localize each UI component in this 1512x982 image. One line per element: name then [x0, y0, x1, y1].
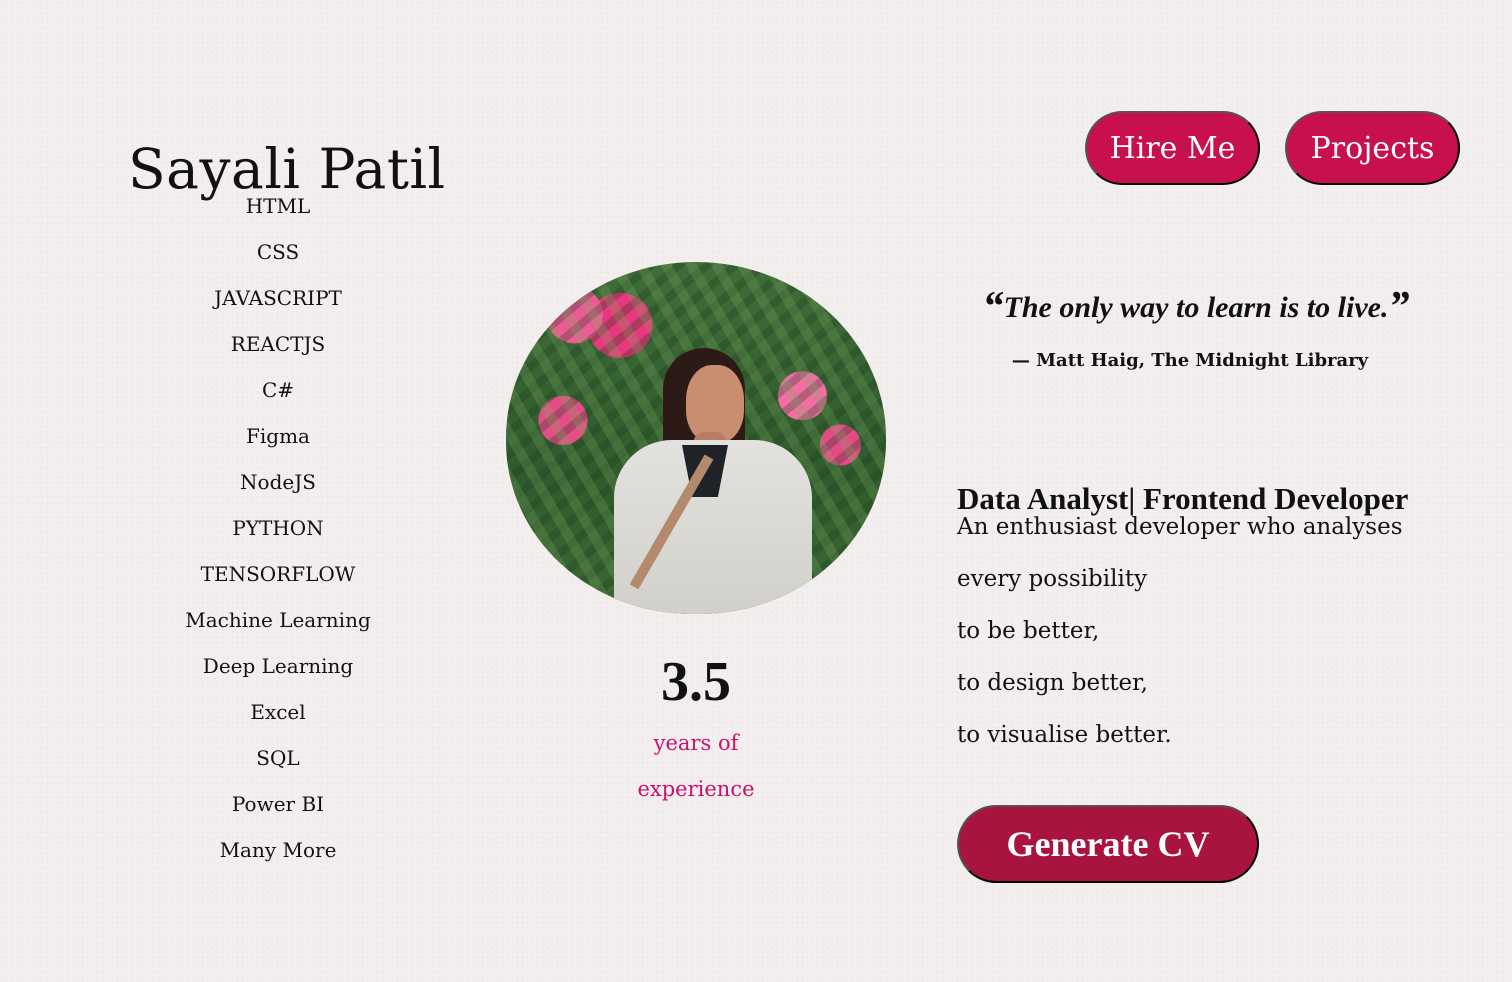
bio-text: An enthusiast developer who analyses eve… [957, 508, 1417, 768]
skill-item-reactjs: REACTJS [230, 332, 326, 356]
experience-label-line-2: experience [637, 777, 755, 801]
skill-item-css: CSS [256, 240, 300, 264]
skill-item-deep-learning: Deep Learning [202, 654, 354, 678]
skill-item-many-more: Many More [219, 838, 337, 862]
skill-item-figma: Figma [246, 424, 310, 448]
quote-author: — Matt Haig, The Midnight Library [1011, 350, 1369, 371]
quote: “The only way to learn is to live.” [941, 282, 1451, 333]
bio-line: every possibility [957, 566, 1148, 592]
skill-item-power-bi: Power BI [231, 792, 325, 816]
skill-item-csharp: C# [261, 378, 295, 402]
skill-item-tensorflow: TENSORFLOW [200, 562, 356, 586]
skill-item-nodejs: NodeJS [240, 470, 316, 494]
skill-item-sql: SQL [256, 746, 300, 770]
skill-item-javascript: JAVASCRIPT [214, 286, 342, 310]
bio-line: An enthusiast developer who analyses [957, 514, 1403, 540]
experience-years-value: 3.5 [661, 651, 731, 713]
experience-label-line-1: years of [653, 731, 739, 755]
open-quote-icon: “ [982, 284, 1004, 330]
bio-line: to visualise better. [957, 722, 1172, 748]
skill-item-python: PYTHON [232, 516, 324, 540]
quote-text: The only way to learn is to live. [1003, 291, 1389, 324]
skills-list: HTML CSS JAVASCRIPT REACTJS C# Figma Nod… [150, 190, 406, 880]
close-quote-icon: ” [1388, 284, 1410, 330]
skill-item-machine-learning: Machine Learning [185, 608, 371, 632]
projects-button[interactable]: Projects [1285, 111, 1460, 185]
generate-cv-button[interactable]: Generate CV [957, 805, 1259, 883]
bio-line: to be better, [957, 618, 1100, 644]
bio-line: to design better, [957, 670, 1148, 696]
profile-photo [506, 262, 886, 614]
hire-me-button[interactable]: Hire Me [1085, 111, 1260, 185]
skill-item-html: HTML [245, 194, 311, 218]
skill-item-excel: Excel [250, 700, 306, 724]
